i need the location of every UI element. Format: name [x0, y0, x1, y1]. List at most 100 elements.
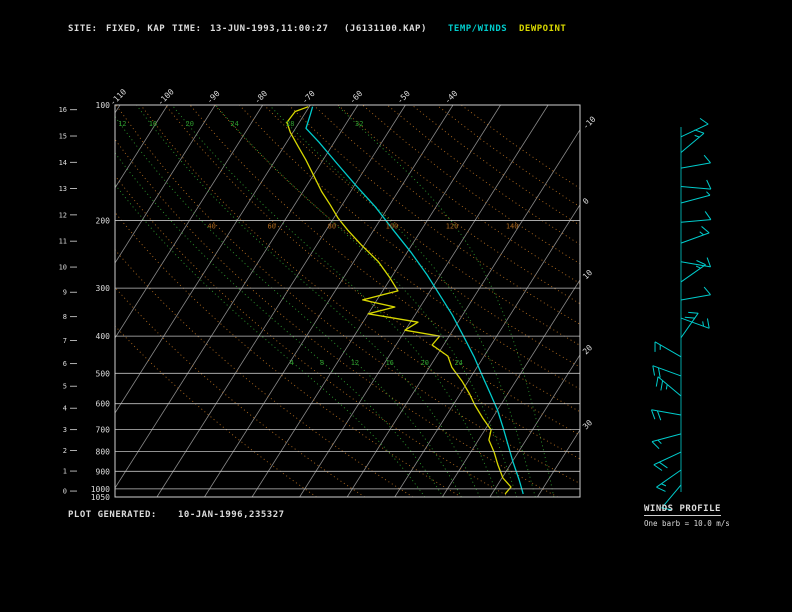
isotherm-line — [394, 204, 580, 497]
temp-axis-label-top: -60 — [348, 89, 365, 106]
dry-adiabat-label: 60 — [268, 223, 276, 231]
wind-barb-staff — [680, 123, 709, 138]
pressure-axis-label: 200 — [96, 217, 111, 226]
pressure-axis-label: 100 — [96, 101, 111, 110]
temp-axis-label-top: -100 — [156, 87, 176, 107]
temp-axis-label-right: 0 — [581, 196, 591, 206]
dry-adiabat-line — [312, 105, 580, 305]
wind-barb-staff — [680, 132, 705, 153]
wind-barb-feather — [706, 179, 712, 190]
moist-adiabat-label: 12 — [351, 359, 359, 367]
wind-barb-feather — [688, 311, 699, 314]
wind-barb-feather — [651, 441, 660, 450]
dry-adiabat-label: 140 — [506, 223, 519, 231]
moist-adiabat-line — [115, 152, 444, 497]
wind-barb-feather — [660, 380, 664, 391]
pressure-axis-label: 900 — [96, 467, 111, 476]
wind-barb-staff — [654, 341, 682, 358]
wind-barb — [650, 409, 682, 421]
wind-barb-feather — [684, 316, 695, 319]
pressure-axis-label: 1050 — [91, 493, 110, 502]
wind-barb-half-feather — [694, 134, 700, 138]
wind-barb-half-feather — [665, 384, 668, 390]
wind-barb-feather — [703, 286, 711, 296]
wind-barb-feather — [653, 464, 663, 471]
height-axis-label: 12 — [59, 211, 67, 219]
wind-barb — [680, 211, 712, 223]
dry-adiabat-line — [115, 286, 365, 497]
isotherm-line — [585, 105, 792, 497]
winds-profile-title: WINDS PROFILE — [644, 504, 721, 516]
wind-barb-feather — [657, 367, 661, 378]
pressure-axis-label: 600 — [96, 400, 111, 409]
dry-adiabat-line — [140, 105, 580, 460]
wind-barb-feather — [656, 486, 666, 492]
plot-frame — [114, 104, 581, 498]
height-axis-label: 1 — [63, 468, 67, 476]
isotherm-line — [115, 105, 311, 414]
pressure-axis-label: 300 — [96, 284, 111, 293]
temp-axis-label-right: 10 — [581, 268, 594, 281]
temp-axis-label-top: -90 — [205, 89, 222, 106]
height-axis-label: 9 — [63, 289, 67, 297]
moist-adiabat-label: 16 — [149, 120, 157, 128]
dry-adiabat-line — [164, 105, 580, 436]
wind-barb-feather — [706, 257, 712, 268]
wind-barb-staff — [680, 264, 706, 283]
moist-adiabat-label: 24 — [454, 359, 462, 367]
wind-barb-feather — [704, 211, 712, 220]
height-axis-label: 5 — [63, 383, 67, 391]
wind-barb — [680, 179, 712, 190]
dry-adiabat-line — [337, 105, 580, 284]
wind-barb-staff — [680, 312, 699, 339]
height-axis-label: 4 — [63, 405, 67, 413]
wind-barb-staff — [653, 451, 682, 466]
wind-barb-half-feather — [695, 265, 701, 269]
wind-barb-staff — [680, 194, 711, 204]
isotherm-line — [489, 354, 580, 497]
wind-barb-feather — [650, 409, 656, 420]
wind-barb-feather — [652, 365, 656, 376]
wind-barb — [680, 311, 699, 339]
wind-barb-half-feather — [706, 191, 711, 196]
wind-barb-feather — [706, 318, 710, 329]
height-axis-label: 10 — [59, 264, 67, 272]
height-axis-label: 0 — [63, 488, 67, 496]
wind-barb-feather — [694, 129, 705, 134]
pressure-axis-label: 400 — [96, 332, 111, 341]
wind-barb-staff — [680, 162, 711, 169]
barb-scale-caption: One barb = 10.0 m/s — [644, 519, 730, 528]
dry-adiabat-line — [115, 325, 317, 497]
wind-barb — [680, 117, 709, 138]
moist-adiabat-label: 32 — [355, 120, 363, 128]
wind-barb — [651, 433, 682, 450]
wind-barb-staff — [680, 219, 711, 223]
dry-adiabat-label: 80 — [328, 223, 336, 231]
wind-barb — [654, 341, 682, 358]
wind-barb — [655, 376, 682, 397]
pressure-axis-label: 800 — [96, 448, 111, 457]
height-axis-label: 8 — [63, 313, 67, 321]
wind-barb-staff — [680, 232, 710, 244]
moist-adiabat-line — [171, 105, 499, 497]
temp-axis-label-right: 30 — [581, 418, 594, 431]
wind-barb — [656, 469, 682, 492]
temp-axis-label-top: -40 — [443, 89, 460, 106]
wind-barb-half-feather — [657, 439, 662, 444]
wind-barb-staff — [680, 317, 710, 329]
wind-barb-feather — [699, 117, 709, 125]
height-axis-label: 7 — [63, 337, 67, 345]
moist-adiabat-label: 12 — [118, 120, 126, 128]
skewt-screen: SITE: FIXED, KAP TIME: 13-JUN-1993,11:00… — [0, 0, 792, 612]
wind-barb-feather — [658, 461, 668, 469]
moist-adiabat-label: 8 — [320, 359, 324, 367]
dry-adiabat-label: 100 — [386, 223, 399, 231]
height-axis-label: 13 — [59, 185, 67, 193]
moist-adiabat-label: 28 — [286, 120, 294, 128]
wind-barb-feather — [701, 226, 710, 234]
wind-barb-feather — [655, 376, 659, 387]
height-axis-label: 2 — [63, 447, 67, 455]
dry-adiabat-line — [411, 105, 580, 226]
wind-barb-staff — [651, 409, 682, 416]
wind-barb-feather — [703, 154, 711, 164]
